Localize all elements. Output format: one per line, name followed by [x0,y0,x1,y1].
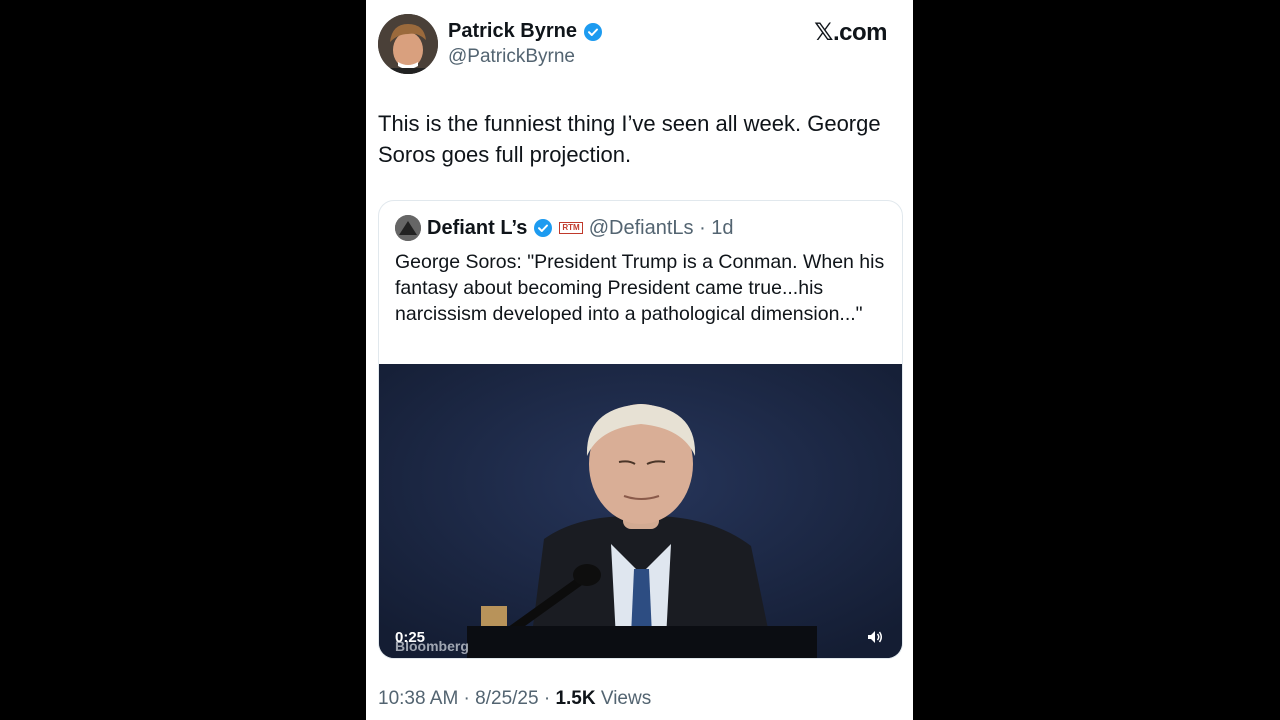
quoted-tweet-header: Defiant L’s RTM @DefiantLs · 1d [395,215,734,241]
affiliate-badge: RTM [559,222,583,234]
author-name[interactable]: Patrick Byrne [448,20,603,43]
video-duration: 0:25 [395,629,426,646]
quoted-author-name[interactable]: Defiant L’s [427,217,527,240]
tweet-card: Patrick Byrne @PatrickByrne 𝕏.com This i… [366,0,913,720]
views-count: 1.5K [555,688,596,709]
video-player[interactable]: Bloomberg 0:25 [379,364,902,658]
volume-icon[interactable] [866,628,884,646]
quoted-tweet-text: George Soros: "President Trump is a Conm… [395,251,885,325]
verified-badge-icon [583,22,602,41]
quoted-tweet[interactable]: Defiant L’s RTM @DefiantLs · 1d George S… [378,200,903,659]
x-logo: 𝕏.com [814,19,887,46]
author-name-text: Patrick Byrne [448,20,577,42]
views-label: Views [595,688,652,709]
post-timestamp[interactable]: 10:38 AM · 8/25/25 · [378,688,555,709]
author-handle[interactable]: @PatrickByrne [448,46,575,68]
post-text: This is the funniest thing I’ve seen all… [378,111,881,167]
quoted-handle-age[interactable]: @DefiantLs · 1d [589,217,734,240]
quoted-author-avatar[interactable] [395,215,421,241]
author-avatar[interactable] [378,14,438,74]
post-metadata: 10:38 AM · 8/25/25 · 1.5K Views [378,688,651,710]
verified-badge-icon [534,219,553,237]
video-frame [379,364,902,658]
